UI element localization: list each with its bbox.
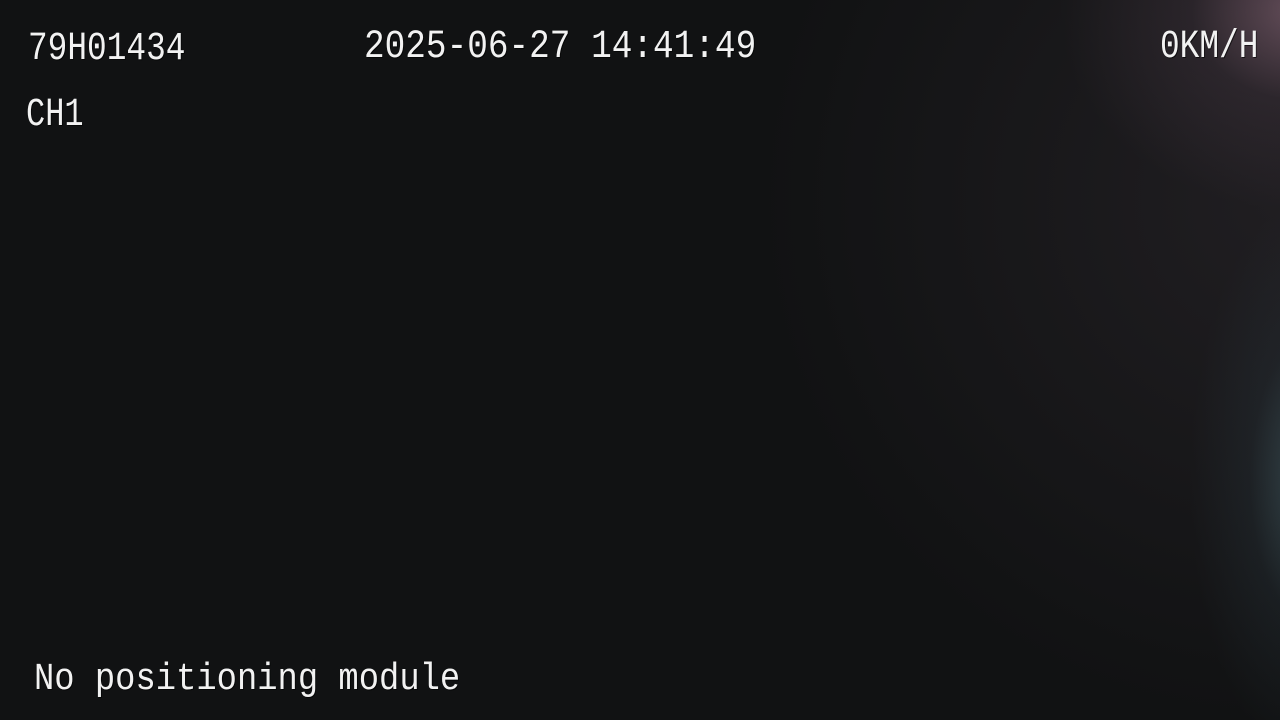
gps-status-label: No positioning module bbox=[34, 658, 461, 701]
dashcam-frame: 79H01434 2025-06-27 14:41:49 0KM/H CH1 N… bbox=[0, 0, 1280, 720]
license-plate-label: 79H01434 bbox=[28, 27, 186, 72]
speed-label: 0KM/H bbox=[1160, 25, 1259, 70]
channel-label: CH1 bbox=[26, 93, 84, 138]
timestamp-label: 2025-06-27 14:41:49 bbox=[364, 25, 757, 70]
